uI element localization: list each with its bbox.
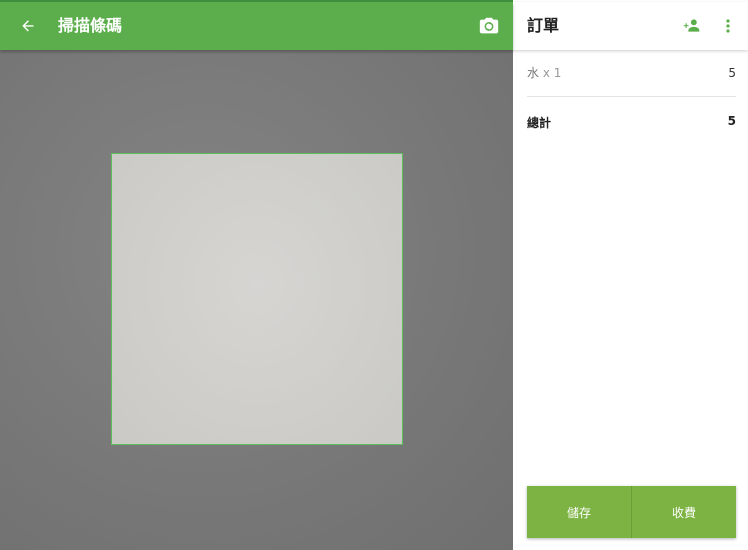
- order-item-row[interactable]: 水 x 1 5: [527, 52, 736, 97]
- total-label: 總計: [527, 116, 552, 130]
- scan-target-frame: [111, 153, 403, 445]
- item-name: 水: [527, 66, 540, 80]
- more-options-button[interactable]: [720, 15, 736, 37]
- charge-button[interactable]: 收費: [632, 486, 736, 538]
- order-header: 訂單: [513, 2, 748, 50]
- item-label: 水 x 1: [527, 65, 561, 81]
- total-value: 5: [727, 114, 736, 128]
- page-title: 掃描條碼: [58, 16, 123, 35]
- item-quantity: x 1: [542, 66, 562, 80]
- save-button[interactable]: 儲存: [527, 486, 632, 538]
- switch-camera-button[interactable]: [478, 15, 500, 37]
- arrow-back-icon: [22, 20, 34, 32]
- add-person-icon: [683, 19, 700, 32]
- order-title: 訂單: [527, 16, 560, 35]
- back-button[interactable]: [16, 14, 40, 38]
- order-actions: 儲存 收費: [527, 486, 736, 538]
- add-customer-button[interactable]: [681, 15, 703, 37]
- camera-switch-icon: [479, 17, 499, 34]
- order-panel: 訂單 水 x 1 5 總計 5 儲存 收費: [513, 0, 748, 550]
- more-vert-icon: [726, 19, 730, 33]
- order-total-row: 總計 5: [527, 112, 736, 136]
- scanner-toolbar: 掃描條碼: [0, 2, 513, 50]
- barcode-scanner-pane: 掃描條碼: [0, 0, 513, 550]
- item-price: 5: [728, 66, 736, 80]
